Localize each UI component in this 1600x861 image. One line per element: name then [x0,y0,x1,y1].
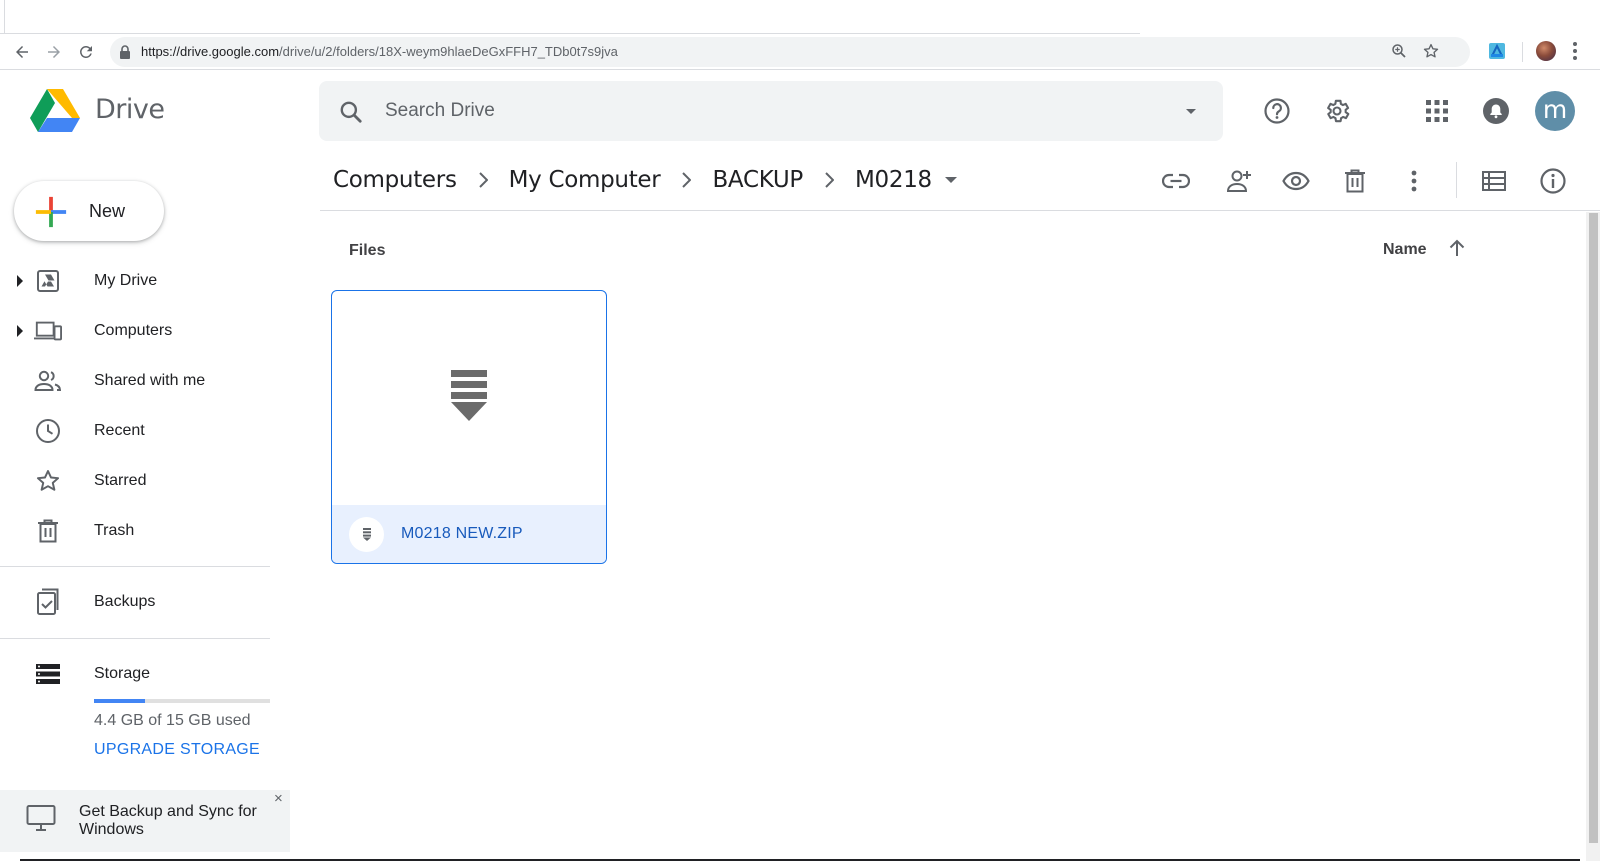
files-section-label: Files [349,242,386,259]
clock-icon [34,418,62,444]
search-bar [319,81,1223,141]
breadcrumb-item-computers[interactable]: Computers [333,167,457,193]
breadcrumb: Computers My Computer BACKUP M0218 [333,165,958,195]
storage-usage-bar [94,699,270,703]
zoom-icon[interactable] [1390,42,1408,65]
list-view-icon[interactable] [1479,166,1509,196]
toolbar-divider [1522,42,1523,62]
sidebar-item-backups[interactable]: Backups [0,582,270,622]
apps-grid-icon[interactable] [1422,96,1452,126]
chevron-right-icon [457,172,509,188]
share-person-add-icon[interactable] [1221,166,1251,196]
address-bar[interactable]: https://drive.google.com/drive/u/2/folde… [110,37,1470,67]
sidebar-item-label: My Drive [94,272,158,289]
breadcrumb-item-current-folder[interactable]: M0218 [855,167,932,193]
url-host: https://drive.google.com [141,44,280,59]
plus-icon [34,195,68,234]
tab-edge [4,0,5,34]
url-text[interactable]: https://drive.google.com/drive/u/2/folde… [141,44,618,59]
sidebar-item-starred[interactable]: Starred [0,461,270,501]
storage-usage-fill [94,699,146,703]
sort-by-name-button[interactable]: Name [1383,241,1427,259]
breadcrumb-item-my-computer[interactable]: My Computer [509,167,661,193]
scrollbar-thumb[interactable] [1589,213,1598,843]
close-icon[interactable]: × [274,790,283,807]
sidebar-item-label: Shared with me [94,372,206,389]
notifications-bell-icon[interactable] [1481,96,1511,126]
expand-caret-icon[interactable] [16,274,24,292]
browser-tab-strip [0,0,1600,34]
my-drive-icon [34,268,62,294]
drive-logo-icon[interactable] [30,89,80,138]
file-card-zip[interactable]: M0218 NEW.ZIP [331,290,607,564]
computers-icon [34,318,62,344]
sidebar-item-shared-with-me[interactable]: Shared with me [0,361,270,401]
sidebar-divider [0,566,270,567]
browser-menu-icon[interactable] [1572,40,1578,67]
sidebar-item-label: Recent [94,422,145,439]
storage-usage-text: 4.4 GB of 15 GB used [94,712,251,729]
sidebar-item-my-drive[interactable]: My Drive [0,261,270,301]
new-button-label: New [89,201,126,221]
zip-file-type-icon [349,517,384,552]
info-icon[interactable] [1538,166,1568,196]
star-icon [34,468,62,494]
link-icon[interactable] [1161,166,1191,196]
reload-icon[interactable] [74,40,98,64]
sidebar-item-storage[interactable]: Storage [0,654,270,694]
file-caption[interactable]: M0218 NEW.ZIP [332,505,606,563]
sidebar-item-computers[interactable]: Computers [0,311,270,351]
sidebar-item-recent[interactable]: Recent [0,411,270,451]
back-arrow-icon[interactable] [10,40,34,64]
browser-toolbar: https://drive.google.com/drive/u/2/folde… [0,34,1600,70]
bookmark-star-icon[interactable] [1422,42,1440,65]
sidebar-item-label: Backups [94,593,156,610]
app-name[interactable]: Drive [95,94,165,125]
upgrade-storage-link[interactable]: UPGRADE STORAGE [94,741,260,759]
sidebar-item-label: Starred [94,472,147,489]
forward-arrow-icon[interactable] [42,40,66,64]
folder-menu-dropdown-icon[interactable] [944,173,958,187]
shared-people-icon [34,368,62,394]
desktop-monitor-icon [26,804,56,837]
main-header-divider [320,210,1600,211]
backup-sync-promo[interactable]: Get Backup and Sync for Windows × [0,790,290,852]
chevron-right-icon [803,172,855,188]
sidebar-item-label: Storage [94,665,151,682]
breadcrumb-item-backup[interactable]: BACKUP [712,167,803,193]
chevron-right-icon [660,172,712,188]
expand-caret-icon[interactable] [16,324,24,342]
sidebar-item-label: Trash [94,522,135,539]
new-button[interactable]: New [14,181,164,241]
zip-archive-icon [449,369,489,427]
search-icon[interactable] [338,99,364,130]
more-vert-icon[interactable] [1399,166,1429,196]
sidebar-item-label: Computers [94,322,173,339]
preview-eye-icon[interactable] [1281,166,1311,196]
search-options-dropdown-icon[interactable] [1181,101,1201,126]
browser-profile-avatar[interactable] [1536,41,1556,61]
account-avatar[interactable]: m [1535,91,1575,131]
sidebar-divider [0,638,270,639]
promo-text[interactable]: Get Backup and Sync for Windows [79,803,269,839]
extension-icon[interactable] [1488,42,1506,60]
lock-icon [118,44,132,65]
file-thumbnail[interactable] [332,291,606,505]
sidebar-item-trash[interactable]: Trash [0,511,270,551]
search-input[interactable] [385,93,1145,129]
trash-icon [34,518,62,544]
file-name[interactable]: M0218 NEW.ZIP [401,525,523,543]
sort-direction-arrow-icon[interactable] [1448,238,1466,263]
settings-gear-icon[interactable] [1322,96,1352,126]
delete-trash-icon[interactable] [1340,166,1370,196]
url-path: /drive/u/2/folders/18X-weym9hlaeDeGxFFH7… [279,44,618,59]
toolbar-divider [1456,162,1457,198]
backup-icon [34,588,62,615]
storage-icon [34,661,62,687]
help-icon[interactable] [1262,96,1292,126]
